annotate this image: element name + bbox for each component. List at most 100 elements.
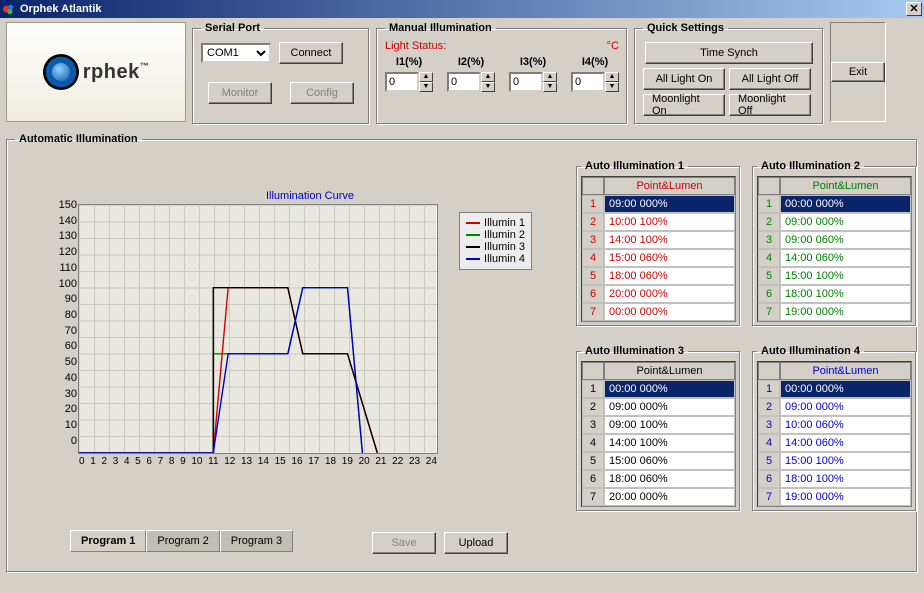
table-row[interactable]: 415:00 060%: [582, 249, 735, 267]
spin-up-icon[interactable]: ▲: [605, 72, 619, 82]
table-row[interactable]: 209:00 000%: [758, 398, 911, 416]
table-row[interactable]: 210:00 100%: [582, 213, 735, 231]
auto-illum-1-group: Auto Illumination 1 Point&Lumen109:00 000…: [576, 160, 741, 327]
serial-port-legend: Serial Port: [201, 22, 264, 34]
table-row[interactable]: 618:00 060%: [582, 470, 735, 488]
auto-illum-3-table[interactable]: Point&Lumen100:00 000%209:00 000%309:00 …: [581, 361, 736, 507]
legend-line-icon: [466, 246, 480, 248]
chart-y-ticks: 1501401301201101009080706050403020100: [55, 199, 77, 447]
spin-up-icon[interactable]: ▲: [481, 72, 495, 82]
time-synch-button[interactable]: Time Synch: [645, 42, 813, 64]
logo-icon: [43, 54, 79, 90]
app-icon: [2, 2, 16, 16]
table-row[interactable]: 100:00 000%: [758, 195, 911, 213]
serial-port-group: Serial Port COM1 Connect Monitor Config: [192, 22, 370, 125]
auto-illum-2-legend: Auto Illumination 2: [757, 160, 864, 172]
table-row[interactable]: 414:00 060%: [758, 249, 911, 267]
spin-down-icon[interactable]: ▼: [605, 82, 619, 92]
legend-item: Illumin 4: [466, 253, 525, 265]
manual-legend: Manual Illumination: [385, 22, 496, 34]
connect-button[interactable]: Connect: [279, 42, 343, 64]
table-row[interactable]: 518:00 060%: [582, 267, 735, 285]
save-button[interactable]: Save: [372, 532, 436, 554]
temp-unit: °C: [607, 40, 619, 52]
manual-i4-input[interactable]: [571, 72, 605, 92]
table-row[interactable]: 719:00 000%: [758, 303, 911, 321]
legend-item: Illumin 1: [466, 217, 525, 229]
tab-program-3[interactable]: Program 3: [220, 530, 293, 552]
manual-col-label: I4(%): [571, 56, 619, 68]
chart-series-3: [79, 288, 377, 453]
auto-illum-1-table[interactable]: Point&Lumen109:00 000%210:00 100%314:00 …: [581, 176, 736, 322]
close-icon: ✕: [909, 4, 918, 15]
moonlight-on-button[interactable]: Moonlight On: [643, 94, 725, 116]
legend-line-icon: [466, 222, 480, 224]
upload-button[interactable]: Upload: [444, 532, 508, 554]
table-row[interactable]: 309:00 100%: [582, 416, 735, 434]
legend-line-icon: [466, 234, 480, 236]
logo-text: rphek™: [83, 61, 149, 84]
table-row[interactable]: 719:00 000%: [758, 488, 911, 506]
table-row[interactable]: 414:00 100%: [582, 434, 735, 452]
table-row[interactable]: 618:00 100%: [758, 470, 911, 488]
spin-up-icon[interactable]: ▲: [543, 72, 557, 82]
table-row[interactable]: 209:00 000%: [758, 213, 911, 231]
logo-panel: rphek™: [6, 22, 186, 122]
monitor-button[interactable]: Monitor: [208, 82, 272, 104]
manual-col-label: I3(%): [509, 56, 557, 68]
legend-item: Illumin 3: [466, 241, 525, 253]
table-row[interactable]: 310:00 060%: [758, 416, 911, 434]
window-title: Orphek Atlantik: [20, 3, 102, 15]
auto-illum-4-group: Auto Illumination 4 Point&Lumen100:00 000…: [752, 345, 917, 512]
light-status-label: Light Status:: [385, 40, 446, 52]
legend-line-icon: [466, 258, 480, 260]
auto-illum-3-group: Auto Illumination 3 Point&Lumen100:00 000…: [576, 345, 741, 512]
table-row[interactable]: 314:00 100%: [582, 231, 735, 249]
table-row[interactable]: 414:00 060%: [758, 434, 911, 452]
table-row[interactable]: 100:00 000%: [758, 380, 911, 398]
table-row[interactable]: 309:00 060%: [758, 231, 911, 249]
manual-i1-input[interactable]: [385, 72, 419, 92]
chart-legend: Illumin 1Illumin 2Illumin 3Illumin 4: [459, 212, 532, 270]
auto-illum-2-group: Auto Illumination 2 Point&Lumen100:00 000…: [752, 160, 917, 327]
table-row[interactable]: 720:00 000%: [582, 488, 735, 506]
table-row[interactable]: 620:00 000%: [582, 285, 735, 303]
program-tabs: Program 1Program 2Program 3: [70, 530, 293, 552]
serial-port-combo[interactable]: COM1: [201, 43, 271, 63]
all-light-off-button[interactable]: All Light Off: [729, 68, 811, 90]
window-titlebar: Orphek Atlantik ✕: [0, 0, 924, 18]
manual-illumination-group: Manual Illumination Light Status: °C I1(…: [376, 22, 628, 125]
chart-plot: 1501401301201101009080706050403020100 01…: [78, 204, 438, 454]
manual-i3-input[interactable]: [509, 72, 543, 92]
tab-program-2[interactable]: Program 2: [146, 530, 219, 552]
quick-legend: Quick Settings: [643, 22, 728, 34]
chart-area: Illumination Curve 150140130120110100908…: [60, 190, 560, 454]
table-row[interactable]: 209:00 000%: [582, 398, 735, 416]
auto-illum-4-legend: Auto Illumination 4: [757, 345, 864, 357]
exit-button[interactable]: Exit: [831, 62, 885, 82]
table-row[interactable]: 515:00 060%: [582, 452, 735, 470]
table-row[interactable]: 100:00 000%: [582, 380, 735, 398]
auto-illum-2-table[interactable]: Point&Lumen100:00 000%209:00 000%309:00 …: [757, 176, 912, 322]
manual-i2-input[interactable]: [447, 72, 481, 92]
table-row[interactable]: 515:00 100%: [758, 267, 911, 285]
spin-down-icon[interactable]: ▼: [543, 82, 557, 92]
spin-down-icon[interactable]: ▼: [481, 82, 495, 92]
moonlight-off-button[interactable]: Moonlight Off: [729, 94, 811, 116]
table-row[interactable]: 618:00 100%: [758, 285, 911, 303]
table-row[interactable]: 515:00 100%: [758, 452, 911, 470]
table-row[interactable]: 109:00 000%: [582, 195, 735, 213]
all-light-on-button[interactable]: All Light On: [643, 68, 725, 90]
spin-up-icon[interactable]: ▲: [419, 72, 433, 82]
window-close-button[interactable]: ✕: [906, 2, 922, 16]
tab-program-1[interactable]: Program 1: [70, 530, 146, 552]
config-button[interactable]: Config: [290, 82, 354, 104]
spin-down-icon[interactable]: ▼: [419, 82, 433, 92]
auto-illum-4-table[interactable]: Point&Lumen100:00 000%209:00 000%310:00 …: [757, 361, 912, 507]
legend-item: Illumin 2: [466, 229, 525, 241]
exit-panel: Exit: [830, 22, 886, 122]
table-row[interactable]: 700:00 000%: [582, 303, 735, 321]
auto-illum-1-legend: Auto Illumination 1: [581, 160, 688, 172]
auto-illum-3-legend: Auto Illumination 3: [581, 345, 688, 357]
chart-title: Illumination Curve: [60, 190, 560, 202]
